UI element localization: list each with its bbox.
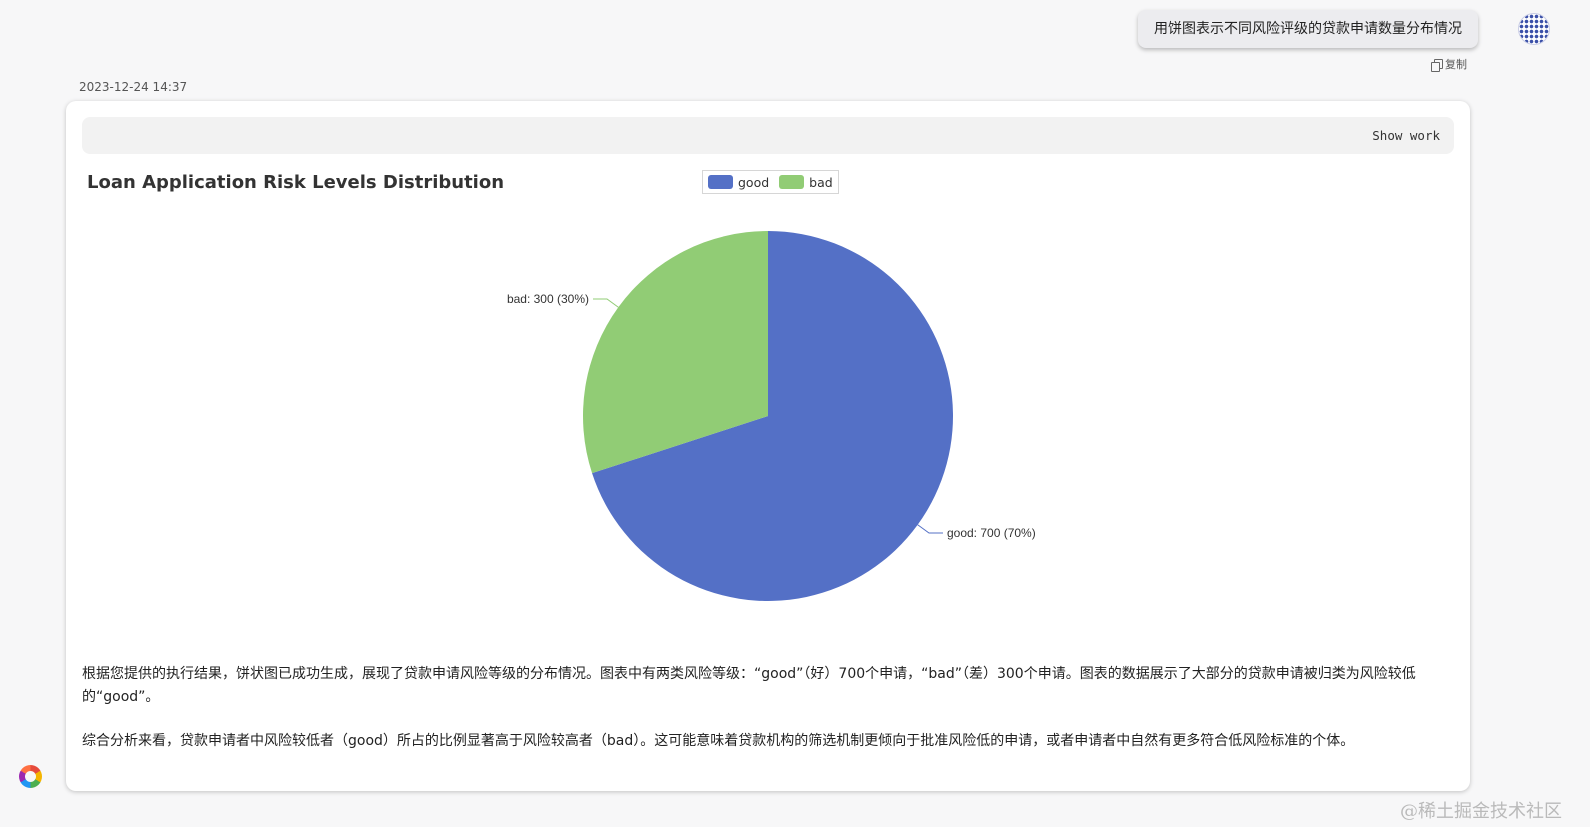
analysis-text: 根据您提供的执行结果，饼状图已成功生成，展现了贷款申请风险等级的分布情况。图表中… <box>82 663 1447 753</box>
copy-label: 复制 <box>1445 58 1467 71</box>
analysis-paragraph-1: 根据您提供的执行结果，饼状图已成功生成，展现了贷款申请风险等级的分布情况。图表中… <box>82 666 1416 705</box>
pie-label-line-bad <box>593 298 619 308</box>
watermark: @稀土掘金技术社区 <box>1400 801 1562 822</box>
pie-chart: good: 700 (70%) bad: 300 (30%) <box>507 231 1036 601</box>
pie-label-bad: bad: 300 (30%) <box>507 292 589 306</box>
response-card: Show work Loan Application Risk Levels D… <box>66 101 1470 791</box>
assistant-logo-icon <box>19 765 42 788</box>
copy-icon <box>1431 58 1443 72</box>
analysis-paragraph-2: 综合分析来看，贷款申请者中风险较低者（good）所占的比例显著高于风险较高者（b… <box>82 733 1355 749</box>
pie-label-good: good: 700 (70%) <box>947 526 1036 540</box>
user-avatar[interactable] <box>1518 13 1550 45</box>
response-timestamp: 2023-12-24 14:37 <box>79 80 188 94</box>
pie-label-line-good <box>917 524 943 534</box>
user-message-bubble: 用饼图表示不同风险评级的贷款申请数量分布情况 <box>1138 10 1478 48</box>
copy-button[interactable]: 复制 <box>1431 56 1467 72</box>
